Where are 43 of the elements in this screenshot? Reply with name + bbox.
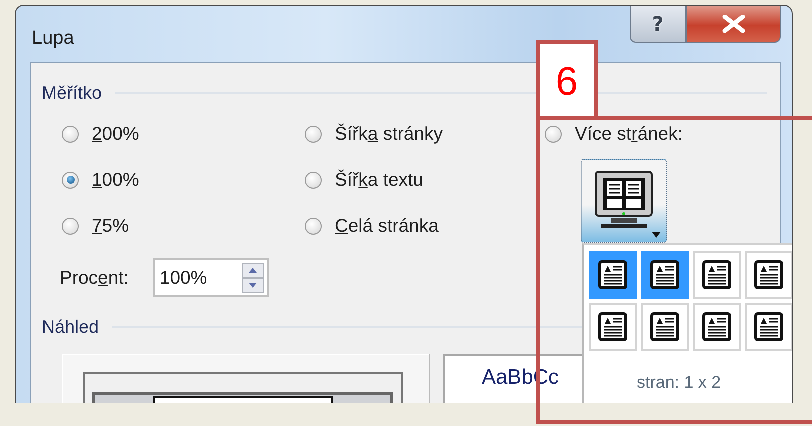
radio-button[interactable] — [305, 218, 322, 234]
document-icon — [650, 312, 680, 342]
document-icon — [754, 312, 784, 342]
option-label[interactable]: Šířka textu — [335, 169, 424, 191]
caret-icon — [652, 232, 661, 238]
document-icon — [598, 312, 628, 342]
window-title: Lupa — [32, 28, 74, 50]
spin-down-icon[interactable] — [242, 278, 264, 292]
pages-caption: stran: 1 x 2 — [637, 373, 722, 393]
option-label[interactable]: 100% — [92, 169, 140, 191]
close-button[interactable] — [686, 6, 781, 43]
radio-button[interactable] — [62, 218, 79, 234]
document-icon — [598, 260, 628, 290]
option-label[interactable]: Šířka stránky — [335, 123, 443, 145]
radio-button[interactable] — [62, 126, 79, 142]
radio-button[interactable] — [545, 126, 562, 142]
close-icon — [720, 15, 746, 33]
document-icon — [754, 260, 784, 290]
option-label[interactable]: 75% — [92, 215, 130, 237]
page-layout-cell[interactable] — [745, 303, 792, 351]
document-icon — [702, 312, 732, 342]
page-layout-cell[interactable] — [641, 251, 689, 299]
document-icon — [702, 260, 732, 290]
page-layout-cell[interactable] — [693, 251, 741, 299]
page-layout-cell[interactable] — [745, 251, 792, 299]
help-button[interactable]: ? — [630, 6, 686, 43]
option-label[interactable]: 200% — [92, 123, 140, 145]
option-label[interactable]: Více stránek: — [575, 123, 683, 145]
page-layout-cell[interactable] — [693, 303, 741, 351]
multiple-pages-button[interactable] — [581, 159, 667, 243]
radio-button[interactable] — [305, 126, 322, 142]
group-title: Měřítko — [42, 82, 102, 104]
page-layout-cell[interactable] — [641, 303, 689, 351]
field-label: Procent: — [60, 266, 129, 288]
percent-spinbox[interactable]: 100% — [152, 258, 269, 297]
radio-button[interactable] — [305, 172, 322, 188]
spin-up-icon[interactable] — [242, 262, 264, 278]
document-icon — [650, 260, 680, 290]
group-title: Náhled — [42, 316, 100, 338]
radio-button[interactable] — [62, 172, 79, 188]
page-layout-cell[interactable] — [589, 303, 637, 351]
page-layout-cell[interactable] — [589, 251, 637, 299]
option-label[interactable]: Celá stránka — [335, 215, 439, 237]
